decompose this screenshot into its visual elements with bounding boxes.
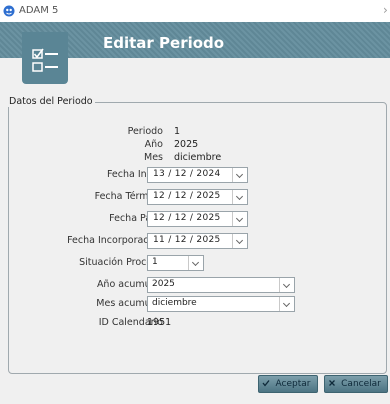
fecha-pago-value: 12 / 12 / 2025 (153, 213, 221, 223)
close-icon (329, 380, 335, 386)
mes-value: diciembre (174, 152, 222, 163)
page-title: Editar Periodo (103, 34, 225, 52)
cancel-label: Cancelar (341, 379, 381, 389)
check-icon (262, 380, 270, 387)
accept-label: Aceptar (275, 379, 311, 389)
fecha-incorporacion-label: Fecha Incorporación (67, 235, 163, 246)
fecha-pago-label: Fecha Pago (109, 213, 163, 224)
mes-acumular-value: diciembre (152, 298, 197, 308)
fecha-termino-picker[interactable]: 12 / 12 / 2025 (147, 189, 248, 205)
fecha-inicio-value: 13 / 12 / 2024 (153, 169, 221, 179)
periodo-label: Periodo (127, 126, 163, 137)
situacion-proceso-label: Situación Proceso (79, 257, 163, 268)
accept-button[interactable]: Aceptar (258, 375, 318, 393)
fecha-incorporacion-picker[interactable]: 11 / 12 / 2025 (147, 233, 248, 249)
fecha-incorporacion-value: 11 / 12 / 2025 (153, 235, 221, 245)
chevron-down-icon[interactable] (232, 212, 247, 226)
checklist-icon (22, 32, 68, 84)
chevron-down-icon[interactable] (188, 256, 203, 270)
fecha-pago-picker[interactable]: 12 / 12 / 2025 (147, 211, 248, 227)
chevron-down-icon[interactable] (232, 190, 247, 204)
anio-acumular-label: Año acumular (96, 279, 163, 290)
situacion-proceso-value: 1 (152, 257, 158, 267)
window-title: ADAM 5 (19, 5, 59, 16)
mes-acumular-select[interactable]: diciembre (147, 296, 295, 312)
chevron-down-icon[interactable] (232, 168, 247, 182)
cancel-button[interactable]: Cancelar (324, 375, 388, 393)
chevron-down-icon[interactable] (232, 234, 247, 248)
fecha-termino-value: 12 / 12 / 2025 (153, 191, 221, 201)
anio-value: 2025 (174, 139, 199, 150)
mes-label: Mes (144, 152, 163, 163)
anio-label: Año (144, 139, 163, 150)
group-legend: Datos del Periodo (7, 96, 95, 107)
app-logo-icon (3, 5, 15, 17)
fecha-inicio-label: Fecha Inicio (106, 169, 163, 180)
chevron-down-icon[interactable] (279, 297, 294, 311)
fecha-termino-label: Fecha Término (94, 191, 163, 202)
id-calendario-label: ID Calendario (98, 317, 163, 328)
periodo-value: 1 (174, 126, 181, 137)
id-calendario-value: 1951 (147, 317, 172, 328)
anio-acumular-select[interactable]: 2025 (147, 277, 295, 293)
situacion-proceso-select[interactable]: 1 (147, 255, 204, 271)
mes-acumular-label: Mes acumular (96, 298, 163, 309)
fecha-inicio-picker[interactable]: 13 / 12 / 2024 (147, 167, 248, 183)
anio-acumular-value: 2025 (152, 279, 175, 289)
window-titlebar: ADAM 5 › (0, 0, 390, 22)
close-icon[interactable]: › (383, 3, 388, 17)
chevron-down-icon[interactable] (279, 278, 294, 292)
